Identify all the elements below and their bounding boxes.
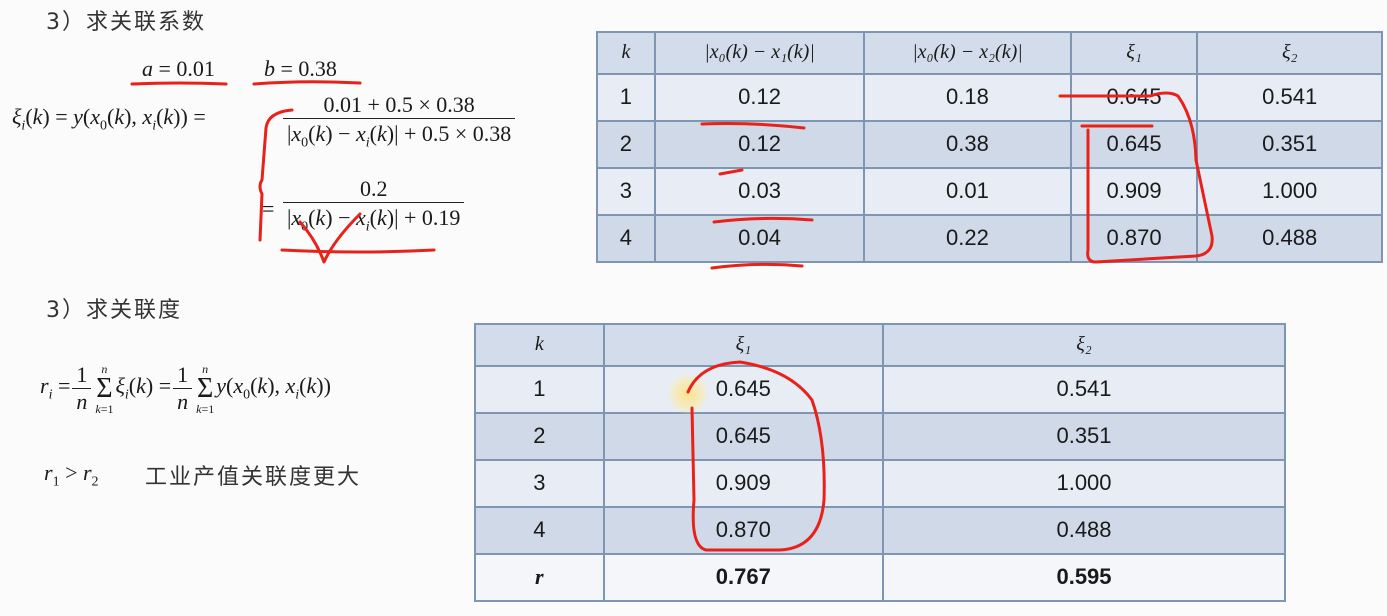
cell-diff-x1: 0.12 [653, 72, 866, 122]
total-row: r 0.767 0.595 [474, 552, 1286, 603]
cursor-highlight [668, 374, 708, 414]
cell-xi2: 1.000 [1196, 166, 1383, 216]
param-a: a = 0.01 [142, 56, 215, 81]
col-header-xi2: ξ₂ [882, 323, 1286, 367]
cell-xi1: 0.909 [1069, 166, 1199, 216]
cell-diff-x1: 0.03 [653, 166, 866, 216]
underline-a [130, 81, 228, 86]
cell-xi2: 0.351 [1196, 119, 1383, 169]
cell-k: 2 [474, 411, 605, 461]
cell-k: 2 [596, 119, 656, 169]
col-header-diff-x2: |x₀(k) − x₂(k)| [863, 31, 1072, 75]
fraction-2: 0.2 |x0(k) − xi(k)| + 0.19 [283, 176, 465, 235]
cell-k: 3 [474, 458, 605, 508]
section-heading-correlation-coefficient: 3）求关联系数 [46, 10, 206, 35]
cell-r1: 0.767 [602, 552, 885, 603]
table-row: 2 0.645 0.351 [474, 411, 1286, 461]
cell-xi1: 0.645 [602, 364, 885, 414]
table-row: 2 0.12 0.38 0.645 0.351 [596, 119, 1383, 169]
cell-k: 4 [596, 213, 656, 264]
cell-xi1: 0.645 [1069, 119, 1199, 169]
table-header-row: k |x₀(k) − x₁(k)| |x₀(k) − x₂(k)| ξ₁ ξ₂ [596, 31, 1383, 75]
conclusion-text: 工业产值关联度更大 [145, 465, 362, 490]
param-b: b = 0.38 [264, 56, 337, 81]
cell-k: 1 [474, 364, 605, 414]
underline-b [252, 80, 362, 86]
fraction-2-denominator: |x0(k) − xi(k)| + 0.19 [283, 202, 465, 235]
table-row: 4 0.04 0.22 0.870 0.488 [596, 213, 1383, 264]
table-row: 3 0.03 0.01 0.909 1.000 [596, 166, 1383, 216]
cell-diff-x1: 0.12 [653, 119, 866, 169]
cell-diff-x2: 0.22 [863, 213, 1072, 264]
col-header-diff-x1: |x₀(k) − x₁(k)| [653, 31, 866, 75]
col-header-xi2: ξ₂ [1196, 31, 1383, 75]
cell-xi1: 0.645 [1069, 72, 1199, 122]
cell-r-label: r [474, 552, 605, 603]
cell-xi1: 0.645 [602, 411, 885, 461]
col-header-k: k [596, 31, 656, 75]
cell-k: 4 [474, 505, 605, 555]
cell-k: 3 [596, 166, 656, 216]
cell-xi2: 0.541 [1196, 72, 1383, 122]
table-row: 3 0.909 1.000 [474, 458, 1286, 508]
underline-fraction-2 [280, 248, 436, 254]
table-row: 4 0.870 0.488 [474, 505, 1286, 555]
cell-xi2: 0.351 [882, 411, 1286, 461]
cell-diff-x1: 0.04 [653, 213, 866, 264]
underline-cell-4 [710, 262, 804, 270]
cell-xi2: 0.488 [1196, 213, 1383, 264]
fraction-1-numerator: 0.01 + 0.5 × 0.38 [323, 92, 475, 117]
cell-k: 1 [596, 72, 656, 122]
col-header-k: k [474, 323, 605, 367]
correlation-degree-table: k ξ₁ ξ₂ 1 0.645 0.541 2 0.645 0.351 3 0.… [474, 323, 1286, 603]
cell-xi2: 0.488 [882, 505, 1286, 555]
cell-xi1: 0.909 [602, 458, 885, 508]
cell-xi2: 1.000 [882, 458, 1286, 508]
relational-degree-formula: ri = 1n n Σk=1 ξi(k) = 1n n Σk=1 y(x0(k), … [40, 361, 331, 416]
cell-diff-x2: 0.18 [863, 72, 1072, 122]
correlation-coefficient-table: k |x₀(k) − x₁(k)| |x₀(k) − x₂(k)| ξ₁ ξ₂ … [596, 31, 1383, 264]
cell-diff-x2: 0.01 [863, 166, 1072, 216]
table-row: 1 0.12 0.18 0.645 0.541 [596, 72, 1383, 122]
table-header-row: k ξ₁ ξ₂ [474, 323, 1286, 367]
fraction-2-numerator: 0.2 [359, 176, 388, 201]
col-header-xi1: ξ₁ [602, 323, 885, 367]
cell-r2: 0.595 [882, 552, 1286, 603]
fraction-1-denominator: |x0(k) − xi(k)| + 0.5 × 0.38 [283, 118, 516, 151]
conclusion-inequality: r1 > r2 [44, 460, 99, 490]
cell-xi2: 0.541 [882, 364, 1286, 414]
col-header-xi1: ξ₁ [1069, 31, 1199, 75]
cell-diff-x2: 0.38 [863, 119, 1072, 169]
fraction-1: 0.01 + 0.5 × 0.38 |x0(k) − xi(k)| + 0.5 … [283, 92, 516, 151]
equals-sign-2: = [262, 196, 275, 221]
section-heading-correlation-degree: 3）求关联度 [46, 298, 182, 323]
cell-xi1: 0.870 [1069, 213, 1199, 264]
table-row: 1 0.645 0.541 [474, 364, 1286, 414]
cell-xi1: 0.870 [602, 505, 885, 555]
xi-formula-lhs: ξi(k) = y(x0(k), xi(k)) = [12, 104, 206, 134]
